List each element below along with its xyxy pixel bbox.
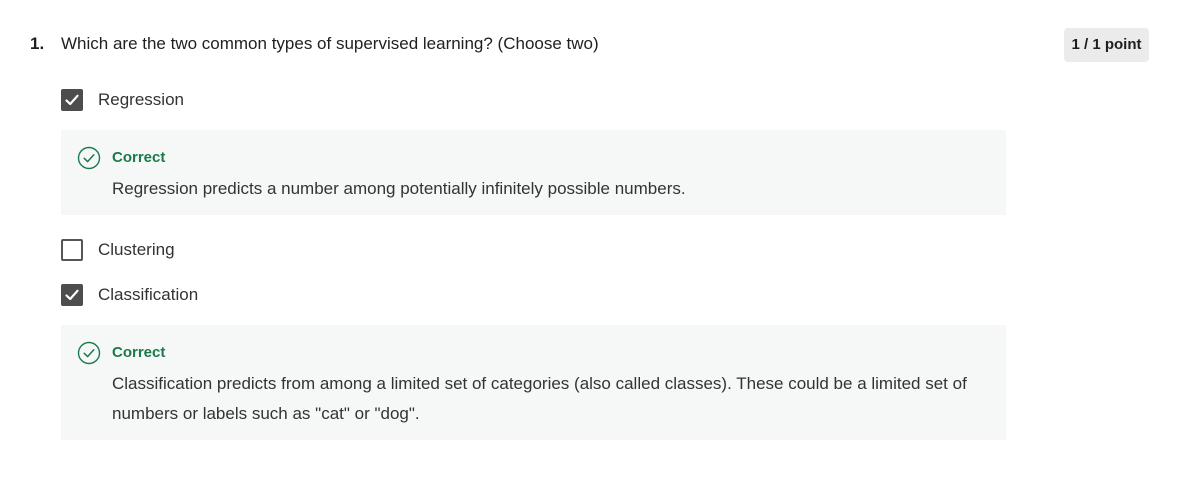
check-icon: [65, 94, 79, 106]
check-circle-icon: [77, 146, 101, 170]
question-number: 1.: [30, 34, 45, 53]
check-icon: [65, 289, 79, 301]
checkbox-checked[interactable]: [61, 284, 83, 306]
option-label: Clustering: [98, 240, 175, 259]
feedback-text: Regression predicts a number among poten…: [112, 179, 686, 198]
option-clustering[interactable]: Clustering: [61, 238, 175, 262]
feedback-text: Classification predicts from among a lim…: [112, 374, 967, 423]
checkbox-unchecked[interactable]: [61, 239, 83, 261]
quiz-question: 1. Which are the two common types of sup…: [0, 0, 1187, 481]
option-classification[interactable]: Classification: [61, 283, 198, 307]
feedback-status: Correct: [112, 149, 166, 166]
option-label: Classification: [98, 285, 199, 304]
feedback-correct: Correct Regression predicts a number amo…: [61, 130, 1006, 215]
check-circle-icon: [77, 341, 101, 365]
feedback-correct: Correct Classification predicts from amo…: [61, 325, 1006, 440]
option-label: Regression: [98, 90, 184, 109]
question-text: Which are the two common types of superv…: [61, 34, 599, 53]
score-badge: 1 / 1 point: [1064, 28, 1149, 62]
checkbox-checked[interactable]: [61, 89, 83, 111]
option-regression[interactable]: Regression: [61, 88, 184, 112]
feedback-status: Correct: [112, 344, 166, 361]
